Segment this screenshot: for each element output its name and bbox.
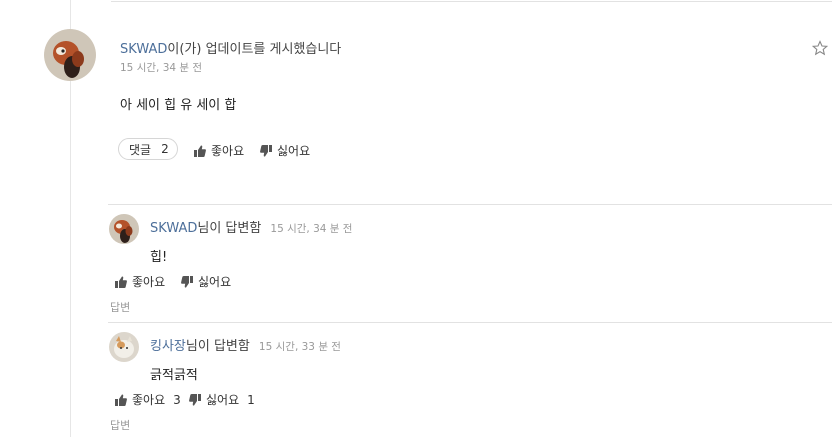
comment-label: 댓글: [129, 142, 152, 157]
top-divider: [111, 1, 832, 2]
reply-timestamp[interactable]: 15 시간, 33 분 전: [259, 341, 341, 353]
reply-like-button[interactable]: 좋아요 3: [114, 391, 181, 408]
like-label: 좋아요: [132, 275, 166, 289]
dislike-label: 싫어요: [277, 144, 311, 158]
thumbs-down-icon: [260, 144, 272, 157]
comment-count: 2: [161, 142, 169, 156]
post-author-avatar[interactable]: [44, 29, 96, 81]
like-label: 좋아요: [211, 144, 245, 158]
like-count: 3: [173, 392, 181, 407]
reply-divider: [108, 204, 832, 205]
reply-author-avatar[interactable]: [109, 332, 139, 362]
thumbs-up-icon: [115, 393, 127, 406]
reply-dislike-button[interactable]: 싫어요: [180, 273, 231, 290]
reply-like-button[interactable]: 좋아요: [114, 273, 165, 290]
like-label: 좋아요: [132, 393, 166, 407]
reply-action-text: 님이 답변함: [197, 221, 262, 236]
dislike-label: 싫어요: [198, 275, 232, 289]
reply-author-name[interactable]: 킹사장: [150, 339, 186, 354]
reply-header: 킹사장님이 답변함 15 시간, 33 분 전: [150, 335, 341, 354]
post-header: SKWAD이(가) 업데이트를 게시했습니다: [120, 38, 341, 57]
reply-author-avatar[interactable]: [109, 214, 139, 244]
reply-body: 힙!: [150, 250, 168, 265]
post-like-button[interactable]: 좋아요: [193, 142, 244, 159]
reply-body: 긁적긁적: [150, 368, 198, 383]
post-timestamp[interactable]: 15 시간, 34 분 전: [120, 60, 202, 75]
post-dislike-button[interactable]: 싫어요: [259, 142, 310, 159]
reply-divider: [108, 322, 832, 323]
dislike-label: 싫어요: [206, 393, 240, 407]
thumbs-down-icon: [189, 393, 201, 406]
reply-header: SKWAD님이 답변함 15 시간, 34 분 전: [150, 217, 352, 236]
reply-dislike-button[interactable]: 싫어요 1: [188, 391, 255, 408]
reply-timestamp[interactable]: 15 시간, 34 분 전: [270, 223, 352, 235]
reply-link[interactable]: 답변: [110, 417, 130, 433]
reply-author-name[interactable]: SKWAD: [150, 221, 197, 236]
reply-link[interactable]: 답변: [110, 299, 130, 315]
comment-count-button[interactable]: 댓글 2: [118, 138, 178, 160]
thumbs-up-icon: [194, 144, 206, 157]
post-author-name[interactable]: SKWAD: [120, 42, 167, 57]
thumbs-down-icon: [181, 275, 193, 288]
reply-action-text: 님이 답변함: [185, 339, 250, 354]
post-action-text: 이(가) 업데이트를 게시했습니다: [167, 42, 342, 57]
post-body: 아 세이 힙 유 세이 합: [120, 98, 237, 113]
thumbs-up-icon: [115, 275, 127, 288]
star-outline-icon[interactable]: [812, 40, 828, 56]
dislike-count: 1: [247, 392, 255, 407]
